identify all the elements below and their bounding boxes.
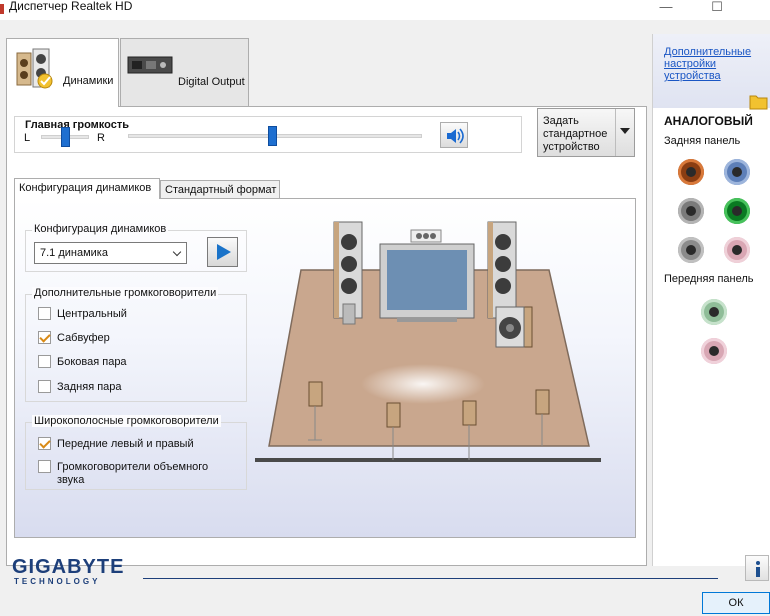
rear-jack-pink[interactable] — [724, 237, 750, 263]
digital-output-icon — [127, 56, 173, 74]
rear-jack-green[interactable] — [724, 198, 750, 224]
volume-slider-thumb[interactable] — [267, 126, 277, 146]
center-speaker[interactable] — [410, 229, 442, 243]
subwoofer-speaker[interactable] — [495, 306, 533, 348]
front-left-right-label: Передние левый и правый — [57, 438, 194, 450]
surround-speakers-checkbox[interactable] — [38, 460, 51, 473]
speaker-config-select[interactable]: 7.1 динамика — [34, 242, 187, 264]
chevron-down-icon[interactable] — [615, 109, 634, 156]
right-panel: Дополнительные настройки устройства АНАЛ… — [652, 34, 770, 566]
play-test-button[interactable] — [207, 237, 238, 267]
ok-button[interactable]: ОК — [702, 592, 770, 614]
maximize-button[interactable]: ☐ — [697, 0, 737, 17]
surround-speakers-label: Громкоговорители объемного звука — [57, 461, 209, 486]
rear-jack-orange[interactable] — [678, 159, 704, 185]
center-speaker-label: Центральный — [57, 308, 127, 320]
folder-icon[interactable] — [749, 92, 769, 110]
brand-divider — [143, 578, 718, 579]
tab-digital-output[interactable]: Digital Output — [120, 38, 249, 106]
minimize-button[interactable]: — — [646, 0, 686, 17]
rear-jack-gray[interactable] — [678, 198, 704, 224]
speaker-room-illustration — [255, 221, 601, 462]
balance-left-label: L — [24, 132, 31, 144]
rear-jack-gray-2[interactable] — [678, 237, 704, 263]
side-pair-label: Боковая пара — [57, 356, 127, 368]
subwoofer-checkbox[interactable] — [38, 331, 51, 344]
front-jack-pink[interactable] — [701, 338, 727, 364]
info-icon — [756, 561, 760, 577]
front-right-speaker[interactable] — [487, 221, 517, 319]
balance-right-label: R — [97, 132, 105, 144]
front-left-right-checkbox[interactable] — [38, 437, 51, 450]
title-bar: Диспетчер Realtek HD — ☐ — [0, 0, 770, 20]
brand-logo-sub: TECHNOLOGY — [14, 577, 101, 586]
extra-speakers-group-label: Дополнительные громкоговорители — [32, 287, 219, 299]
set-default-device-label: Задать стандартное устройство — [543, 115, 608, 153]
analog-title: АНАЛОГОВЫЙ — [664, 114, 753, 128]
rear-pair-label: Задняя пара — [57, 381, 122, 393]
tv-display — [379, 243, 475, 322]
subwoofer-label: Сабвуфер — [57, 332, 110, 344]
window-title: Диспетчер Realtek HD — [9, 0, 133, 13]
rear-jack-blue[interactable] — [724, 159, 750, 185]
advanced-device-settings-link[interactable]: Дополнительные настройки устройства — [664, 46, 768, 82]
set-default-device-button[interactable]: Задать стандартное устройство — [537, 108, 635, 157]
fullrange-speakers-group-label: Широкополосные громкоговорители — [32, 415, 221, 427]
tab-speakers-label: Динамики — [63, 75, 114, 87]
speaker-volume-icon — [447, 128, 464, 144]
brand-logo: GIGABYTE — [12, 556, 125, 578]
rear-pair-checkbox[interactable] — [38, 380, 51, 393]
speaker-config-group-label: Конфигурация динамиков — [32, 223, 169, 235]
side-pair-checkbox[interactable] — [38, 355, 51, 368]
tab-speakers[interactable]: Динамики — [6, 38, 119, 107]
client-area: Динамики Digital Output Главная громкост… — [0, 20, 770, 616]
tab-speaker-configuration[interactable]: Конфигурация динамиков — [14, 178, 160, 199]
mute-button[interactable] — [440, 122, 468, 148]
tab-standard-format[interactable]: Стандартный формат — [160, 180, 280, 200]
front-jack-green[interactable] — [701, 299, 727, 325]
tab-digital-output-label: Digital Output — [178, 76, 245, 88]
app-icon — [0, 4, 4, 14]
front-left-speaker[interactable] — [333, 221, 363, 325]
balance-slider-thumb[interactable] — [60, 127, 70, 147]
rear-panel-label: Задняя панель — [664, 135, 741, 147]
speakers-icon — [16, 48, 53, 89]
front-panel-label: Передняя панель — [664, 273, 754, 285]
main-volume-label: Главная громкость — [23, 119, 132, 131]
info-button[interactable] — [745, 555, 769, 581]
center-speaker-checkbox[interactable] — [38, 307, 51, 320]
